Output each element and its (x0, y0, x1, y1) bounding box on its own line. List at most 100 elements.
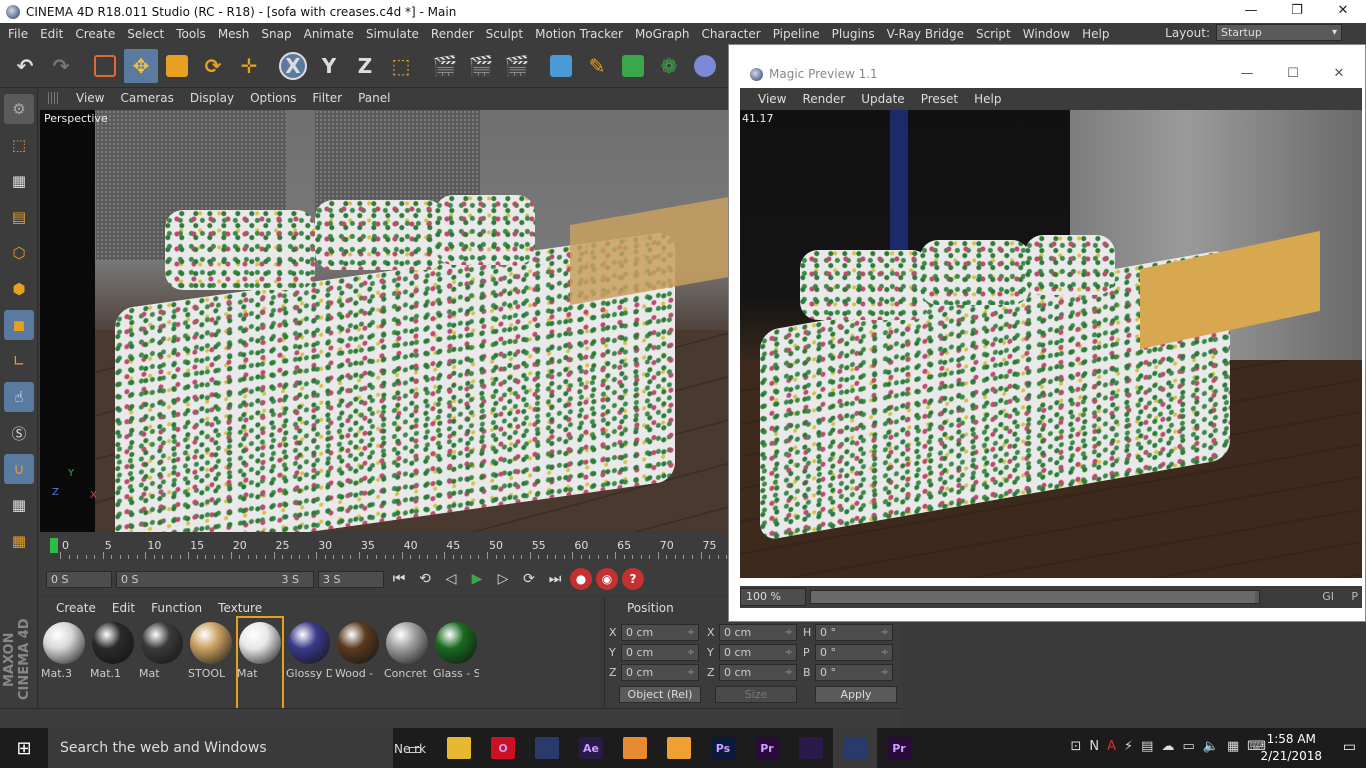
mp-maximize-button[interactable]: ☐ (1270, 62, 1316, 86)
mp-menu-render[interactable]: Render (794, 92, 853, 106)
viewport-menu-filter[interactable]: Filter (304, 91, 350, 105)
material-swatch[interactable]: Concret (384, 618, 429, 708)
rotation-field[interactable]: 0 ° (815, 644, 893, 661)
points-mode-icon[interactable]: ⬡ (4, 238, 34, 268)
menu-create[interactable]: Create (69, 27, 121, 41)
media-player-icon[interactable] (657, 728, 701, 768)
go-to-end-icon[interactable]: ⏭ (544, 568, 566, 590)
size-field[interactable]: 0 cm (719, 644, 797, 661)
menu-help[interactable]: Help (1076, 27, 1115, 41)
mp-menu-update[interactable]: Update (853, 92, 912, 106)
workplane-icon[interactable]: ▦ (4, 490, 34, 520)
zoom-field[interactable]: 100 % (740, 588, 806, 606)
minimize-button[interactable]: — (1228, 0, 1274, 23)
menu-window[interactable]: Window (1017, 27, 1076, 41)
after-effects-icon[interactable]: Ae (569, 728, 613, 768)
edges-mode-icon[interactable]: ⬢ (4, 274, 34, 304)
apply-button[interactable]: Apply (815, 686, 897, 703)
menu-mesh[interactable]: Mesh (212, 27, 256, 41)
next-frame-icon[interactable]: ▷ (492, 568, 514, 590)
material-swatch[interactable]: Glossy D (286, 618, 332, 708)
media-encoder-icon[interactable] (789, 728, 833, 768)
display-icon[interactable]: ▤ (1141, 739, 1153, 754)
tweak-mode-icon[interactable]: ☝ (4, 382, 34, 412)
cloner-icon[interactable]: ❁ (652, 49, 686, 83)
undo-icon[interactable]: ↶ (8, 49, 42, 83)
mp-menu-view[interactable]: View (750, 92, 794, 106)
network-icon[interactable]: ▦ (1227, 739, 1239, 754)
axis-mode-icon[interactable]: ∟ (4, 346, 34, 376)
mp-menu-preset[interactable]: Preset (913, 92, 966, 106)
keyframe-selection-icon[interactable]: ? (622, 568, 644, 590)
viewport-menu-display[interactable]: Display (182, 91, 242, 105)
coordinate-system-icon[interactable]: ⬚ (384, 49, 418, 83)
menu-tools[interactable]: Tools (170, 27, 212, 41)
x-axis-icon[interactable]: X (276, 49, 310, 83)
menu-mograph[interactable]: MoGraph (629, 27, 696, 41)
y-axis-icon[interactable]: Y (312, 49, 346, 83)
timeline-ruler[interactable]: 0 5 10 15 20 25 30 35 40 45 50 55 60 65 70 75 (50, 537, 736, 559)
polygons-mode-icon[interactable]: ◼ (4, 310, 34, 340)
menu-simulate[interactable]: Simulate (360, 27, 425, 41)
material-swatch[interactable]: Wood - (335, 618, 380, 708)
record-keys-icon[interactable]: ● (570, 568, 592, 590)
viewport-menu-cameras[interactable]: Cameras (112, 91, 181, 105)
opera-icon[interactable]: O (481, 728, 525, 768)
render-view-icon[interactable]: 🎬 (428, 49, 462, 83)
next-key-icon[interactable]: ⟳ (518, 568, 540, 590)
mp-close-button[interactable]: ✕ (1316, 62, 1362, 86)
cinema4d-active-icon[interactable] (833, 728, 877, 768)
mp-menu-help[interactable]: Help (966, 92, 1009, 106)
perspective-viewport[interactable]: Y Z X (40, 110, 740, 532)
scale-icon[interactable] (160, 49, 194, 83)
subdivision-icon[interactable] (616, 49, 650, 83)
acrobat-icon[interactable]: A (1107, 739, 1116, 754)
photoshop-icon[interactable]: Ps (701, 728, 745, 768)
volume-icon[interactable]: 🔈 (1203, 739, 1219, 754)
coordinate-mode-dropdown[interactable]: Object (Rel) (619, 686, 701, 703)
viewport-menu-options[interactable]: Options (242, 91, 304, 105)
position-field[interactable]: 0 cm (621, 664, 699, 681)
recent-tool-icon[interactable]: ✛ (232, 49, 266, 83)
menu-animate[interactable]: Animate (298, 27, 360, 41)
lock-workplane-icon[interactable]: ▦ (4, 526, 34, 556)
network-adapter-icon[interactable]: ⚡ (1124, 739, 1133, 754)
premiere-icon[interactable]: Pr (745, 728, 789, 768)
previous-frame-icon[interactable]: ◁ (440, 568, 462, 590)
pen-icon[interactable]: ✎ (580, 49, 614, 83)
make-editable-icon[interactable]: ⚙ (4, 94, 34, 124)
screenshot-icon[interactable]: ⊡ (1070, 739, 1081, 754)
onenote-icon[interactable]: N (1089, 739, 1099, 754)
rotate-icon[interactable]: ⟳ (196, 49, 230, 83)
edit-render-settings-icon[interactable]: 🎬 (500, 49, 534, 83)
menu-edit[interactable]: Edit (34, 27, 69, 41)
cinema4d-icon[interactable] (525, 728, 569, 768)
snap-icon[interactable]: Ⓢ (4, 418, 34, 448)
range-slider[interactable]: 0 S 3 S (116, 570, 314, 588)
start-button[interactable]: ⊞ (0, 728, 48, 768)
app-orange-icon[interactable] (613, 728, 657, 768)
size-field[interactable]: 0 cm (719, 664, 797, 681)
restore-button[interactable]: ❐ (1274, 0, 1320, 23)
playhead[interactable] (50, 538, 58, 553)
taskbar-clock[interactable]: 1:58 AM 2/21/2018 (1260, 731, 1322, 765)
material-swatch[interactable]: Mat.3 (41, 618, 86, 708)
material-swatch[interactable]: Mat.1 (90, 618, 135, 708)
move-icon[interactable]: ✥ (124, 49, 158, 83)
viewport-menu-panel[interactable]: Panel (350, 91, 398, 105)
render-picture-viewer-icon[interactable]: 🎬 (464, 49, 498, 83)
current-frame-field[interactable]: 0 S (46, 570, 112, 588)
battery-icon[interactable]: ▭ (1182, 739, 1194, 754)
size-mode-dropdown[interactable]: Size (715, 686, 797, 703)
size-field[interactable]: 0 cm (719, 624, 797, 641)
file-explorer-icon[interactable] (437, 728, 481, 768)
menu-script[interactable]: Script (970, 27, 1017, 41)
premiere-2-icon[interactable]: Pr (877, 728, 921, 768)
material-swatch[interactable]: Mat (236, 616, 284, 710)
mp-minimize-button[interactable]: — (1224, 62, 1270, 86)
material-swatch[interactable]: STOOL (188, 618, 233, 708)
menu-file[interactable]: File (2, 27, 34, 41)
menu-select[interactable]: Select (121, 27, 170, 41)
close-button[interactable]: ✕ (1320, 0, 1366, 23)
timeline[interactable]: 0 5 10 15 20 25 30 35 40 45 50 55 60 65 70 75 (40, 533, 736, 563)
